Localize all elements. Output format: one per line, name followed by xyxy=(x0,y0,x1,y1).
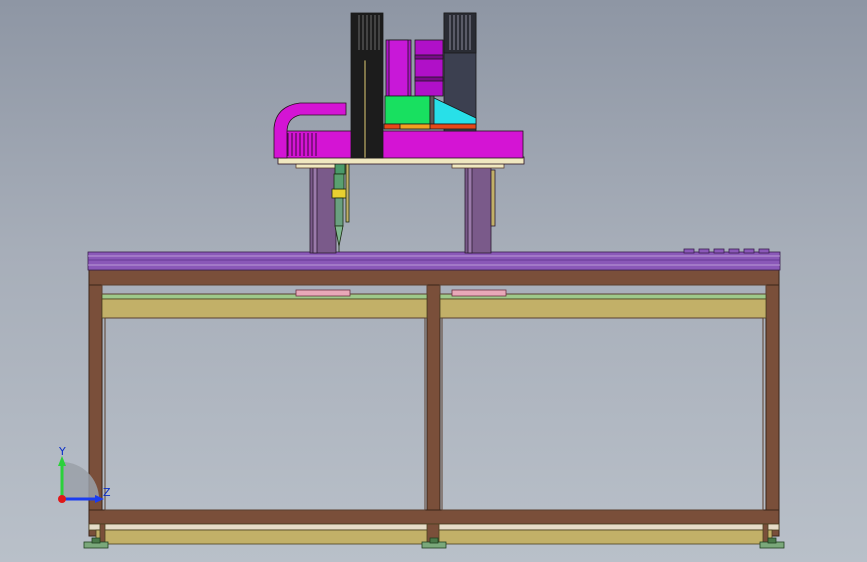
pink-pad-left xyxy=(295,289,351,297)
frame-center-post xyxy=(426,284,441,537)
table-top xyxy=(87,251,781,271)
frame-right-post xyxy=(765,269,780,537)
frame-top-beam xyxy=(88,269,780,286)
cad-viewport[interactable]: Y Z xyxy=(0,0,867,562)
frame-bottom-beam xyxy=(88,509,780,525)
y-axis-label: Y xyxy=(58,445,66,458)
tan-panel-right xyxy=(439,298,767,319)
z-axis-label: Z xyxy=(103,486,111,499)
spool-right xyxy=(414,39,444,97)
pink-pad-right xyxy=(451,289,507,297)
coordinate-triad: Y Z xyxy=(58,445,111,503)
green-carriage xyxy=(384,95,431,125)
tan-panel-left xyxy=(101,298,428,319)
origin-dot xyxy=(58,495,66,503)
